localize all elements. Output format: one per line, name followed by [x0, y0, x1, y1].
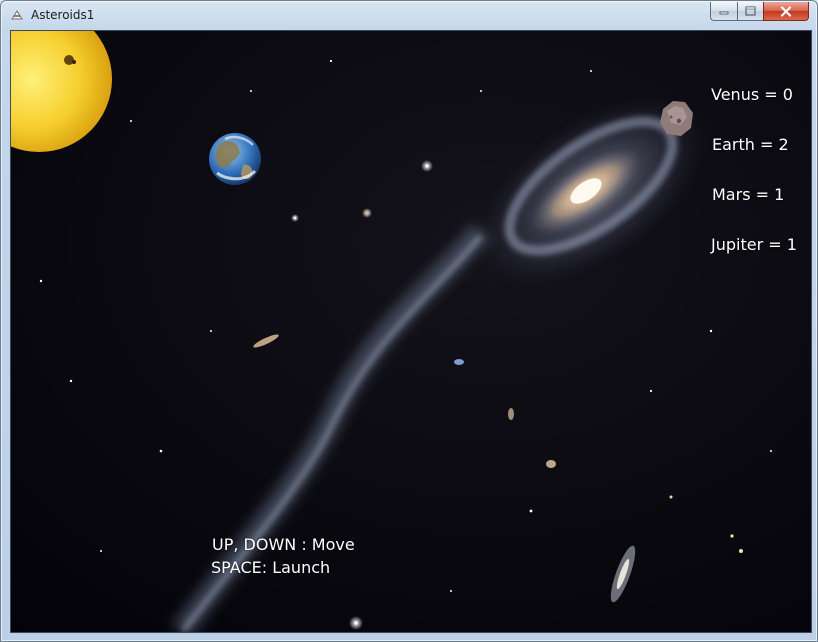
maximize-icon: [745, 6, 756, 16]
score-venus: Venus = 0: [711, 85, 793, 104]
maximize-button[interactable]: [737, 2, 763, 21]
instruction-move: UP, DOWN : Move: [212, 535, 355, 554]
game-canvas[interactable]: Venus = 0 Earth = 2 Mars = 1 Jupiter = 1…: [10, 30, 812, 633]
minimize-button[interactable]: [710, 2, 737, 21]
window-title: Asteroids1: [31, 8, 95, 22]
title-bar[interactable]: Asteroids1: [1, 1, 817, 29]
score-jupiter: Jupiter = 1: [711, 235, 797, 254]
window-controls: [710, 2, 809, 22]
space-background: [11, 31, 811, 632]
earth-sprite: [209, 133, 261, 185]
instruction-launch: SPACE: Launch: [211, 558, 331, 577]
score-earth: Earth = 2: [712, 135, 789, 154]
close-icon: [780, 5, 792, 17]
minimize-icon: [719, 11, 729, 15]
app-window: Asteroids1 Venus = 0 Earth = 2 Mars = 1 …: [0, 0, 818, 642]
score-mars: Mars = 1: [712, 185, 785, 204]
close-button[interactable]: [763, 2, 809, 21]
java-app-icon: [11, 10, 23, 20]
